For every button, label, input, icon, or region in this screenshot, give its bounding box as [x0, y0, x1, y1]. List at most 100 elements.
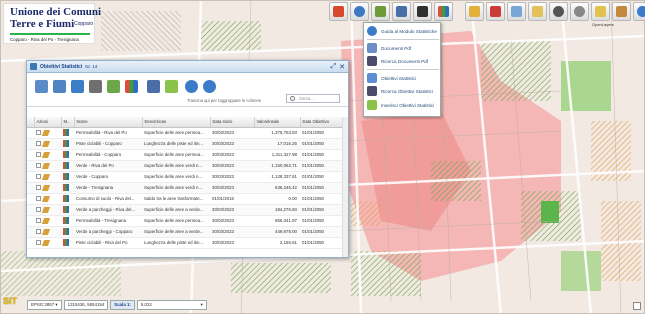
- table-row[interactable]: Piste ciclabili - Copparo Lunghezza delle…: [27, 138, 343, 150]
- row-selector[interactable]: [27, 193, 34, 205]
- edit-icon[interactable]: [41, 140, 51, 147]
- chart-icon[interactable]: [63, 206, 69, 213]
- col-header[interactable]: Data Obiettivo: [300, 117, 344, 128]
- table-row[interactable]: Verde a parcheggi - Riva del... Superfici…: [27, 204, 343, 216]
- bookmark-icon[interactable]: [612, 2, 631, 21]
- edit-icon[interactable]: [41, 184, 51, 191]
- zoom-out-icon[interactable]: [570, 2, 589, 21]
- view-doc-icon[interactable]: [36, 141, 41, 146]
- row-selector[interactable]: [27, 138, 34, 150]
- chart-icon[interactable]: [125, 80, 138, 93]
- edit-icon[interactable]: [41, 206, 51, 213]
- info-icon[interactable]: [350, 2, 369, 21]
- view-doc-icon[interactable]: [36, 229, 41, 234]
- epsg-select[interactable]: EPSG:3857 ▾: [27, 299, 62, 310]
- chart-icon[interactable]: [63, 129, 69, 136]
- view-doc-icon[interactable]: [36, 130, 41, 135]
- pan-icon[interactable]: [528, 2, 547, 21]
- col-header[interactable]: Valorelnsale: [254, 117, 301, 128]
- print-icon[interactable]: [147, 80, 160, 93]
- select-icon[interactable]: [413, 2, 432, 21]
- chart-icon[interactable]: [63, 239, 69, 246]
- edit-icon[interactable]: [41, 129, 51, 136]
- menu-item-search-pdf[interactable]: Ricerca Documenti Pdf: [367, 55, 428, 67]
- zoom-extent-icon[interactable]: [591, 2, 610, 21]
- help-icon[interactable]: [633, 2, 645, 21]
- edit-icon[interactable]: [486, 2, 505, 21]
- table-row[interactable]: Permeabilità - Riva del Po Superficie del…: [27, 127, 343, 139]
- print-icon[interactable]: [392, 2, 411, 21]
- scale-select[interactable]: 5.022 ▾: [136, 299, 207, 310]
- edit-icon[interactable]: [41, 228, 51, 235]
- row-selector[interactable]: [27, 215, 34, 227]
- view-doc-icon[interactable]: [36, 240, 41, 245]
- edit-icon[interactable]: [41, 151, 51, 158]
- maximize-icon[interactable]: ⤢: [331, 63, 337, 71]
- col-header[interactable]: Nome: [74, 117, 143, 128]
- view-doc-icon[interactable]: [36, 185, 41, 190]
- table-row[interactable]: Permeabilità - Copparo Superficie delle a…: [27, 149, 343, 161]
- table-row[interactable]: Piste ciclabili - Riva del Po Lunghezza d…: [27, 237, 343, 249]
- table-row[interactable]: Consumo di suolo - Riva del... Saldo tra …: [27, 193, 343, 205]
- view-doc-icon[interactable]: [36, 174, 41, 179]
- edit-icon[interactable]: [41, 195, 51, 202]
- chart-icon[interactable]: [63, 173, 69, 180]
- window-titlebar[interactable]: Obiettivi Statistici Nr. 14 ⤢ ✕: [27, 61, 348, 73]
- help-icon[interactable]: [203, 80, 216, 93]
- row-selector[interactable]: [27, 237, 34, 249]
- chart-icon[interactable]: [63, 151, 69, 158]
- chart-icon[interactable]: [63, 140, 69, 147]
- table-row[interactable]: Verde - Riva del Po Superficie delle aree…: [27, 160, 343, 172]
- menu-item-pdf-docs[interactable]: Documenti Pdf: [367, 42, 411, 54]
- close-icon[interactable]: ✕: [339, 63, 345, 71]
- menu-item-guide[interactable]: Guida al Modulo Statistiche: [367, 25, 437, 37]
- row-selector[interactable]: [27, 182, 34, 194]
- col-header[interactable]: M...: [61, 117, 75, 128]
- chart-icon[interactable]: [63, 217, 69, 224]
- table-row[interactable]: Verde - Copparo Superficie delle aree ver…: [27, 171, 343, 183]
- zoom-in-icon[interactable]: [549, 2, 568, 21]
- view-doc-icon[interactable]: [36, 152, 41, 157]
- layers-icon[interactable]: [329, 2, 348, 21]
- edit-icon[interactable]: [41, 239, 51, 246]
- map-overview-toggle[interactable]: [633, 302, 641, 310]
- edit-icon[interactable]: [41, 173, 51, 180]
- search-input[interactable]: Cerca...: [286, 94, 340, 103]
- pdf-icon[interactable]: [465, 2, 484, 21]
- view-doc-icon[interactable]: [36, 218, 41, 223]
- col-header[interactable]: Data Inizio: [210, 117, 255, 128]
- draw-icon[interactable]: [507, 2, 526, 21]
- table-row[interactable]: Verde a parcheggi - Copparo Superficie de…: [27, 226, 343, 238]
- row-selector[interactable]: [27, 149, 34, 161]
- row-selector[interactable]: [27, 127, 34, 139]
- menu-item-add-stats[interactable]: Inserisci Obiettivi Statistici: [367, 99, 434, 111]
- add-icon[interactable]: [165, 80, 178, 93]
- chart-icon[interactable]: [63, 228, 69, 235]
- edit-icon[interactable]: [41, 162, 51, 169]
- stats-icon[interactable]: [434, 2, 453, 21]
- refresh-icon[interactable]: [71, 80, 84, 93]
- vertical-scrollbar[interactable]: [342, 117, 348, 257]
- menu-item-search-stats[interactable]: Ricerca Obiettivi Statistici: [367, 85, 433, 97]
- measure-icon[interactable]: [371, 2, 390, 21]
- view-doc-icon[interactable]: [36, 207, 41, 212]
- chart-icon[interactable]: [63, 195, 69, 202]
- table-view-icon[interactable]: [35, 80, 48, 93]
- view-doc-icon[interactable]: [36, 163, 41, 168]
- chart-icon[interactable]: [63, 184, 69, 191]
- row-selector[interactable]: [27, 204, 34, 216]
- col-header[interactable]: [27, 117, 35, 128]
- col-header[interactable]: Azioni: [34, 117, 62, 128]
- export-icon[interactable]: [107, 80, 120, 93]
- chart-icon[interactable]: [63, 162, 69, 169]
- edit-icon[interactable]: [41, 217, 51, 224]
- row-selector[interactable]: [27, 160, 34, 172]
- tools-icon[interactable]: [89, 80, 102, 93]
- info-icon[interactable]: [185, 80, 198, 93]
- stats-window[interactable]: Obiettivi Statistici Nr. 14 ⤢ ✕ Trascina…: [26, 60, 349, 258]
- table-row[interactable]: Verde - Tresignana Superficie delle aree …: [27, 182, 343, 194]
- row-selector[interactable]: [27, 171, 34, 183]
- col-header[interactable]: Descrizione: [142, 117, 211, 128]
- view-doc-icon[interactable]: [36, 196, 41, 201]
- table-row[interactable]: Permeabilità - Tresignana Superficie dell…: [27, 215, 343, 227]
